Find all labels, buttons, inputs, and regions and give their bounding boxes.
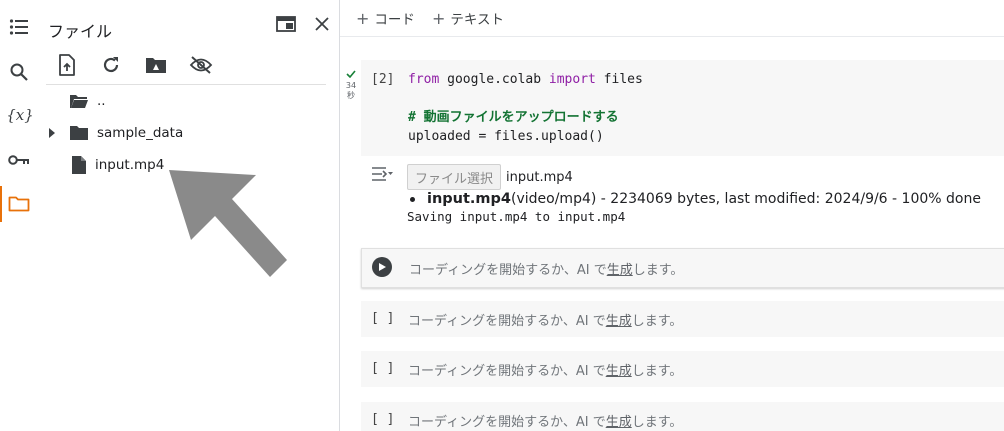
execution-time: 34: [345, 81, 357, 90]
file-icon: [72, 156, 86, 174]
play-icon: [379, 263, 386, 271]
bullet: [410, 196, 415, 202]
upload-icon[interactable]: [54, 52, 80, 78]
folder-open-icon: [70, 95, 88, 108]
file-select-button[interactable]: ファイル選択: [407, 164, 502, 190]
list-icon[interactable]: [7, 15, 31, 39]
cell-code[interactable]: from google.colab import files: [408, 70, 643, 89]
code-keyword: from: [408, 72, 440, 87]
placeholder-text: コーディングを開始するか、AI で: [408, 415, 606, 430]
add-code-label: コード: [374, 12, 415, 28]
folder-icon: [70, 126, 88, 140]
variables-icon[interactable]: {x}: [6, 103, 34, 127]
execution-time-unit: 秒: [347, 91, 355, 100]
variables-glyph: {x}: [6, 106, 34, 124]
code-cell-upload[interactable]: [2] from google.colab import files # 動画フ…: [361, 60, 1004, 156]
empty-cell[interactable]: [ ] コーディングを開始するか、AI で生成します。: [361, 301, 1004, 337]
chevron-right-icon[interactable]: [48, 128, 56, 138]
code-name: files: [595, 72, 643, 87]
notebook-toolbar: + コード + テキスト: [340, 0, 1004, 36]
upload-detail: input.mp4 (video/mp4) - 2234069 bytes, la…: [410, 191, 981, 207]
run-cell-button[interactable]: [372, 257, 392, 277]
empty-cell-focused[interactable]: コーディングを開始するか、AI で生成します。: [361, 248, 1004, 288]
cell-placeholder: コーディングを開始するか、AI で生成します。: [408, 360, 682, 379]
tree-item-label: ..: [97, 93, 106, 109]
folder-icon[interactable]: [7, 192, 31, 216]
upload-file-info: (video/mp4) - 2234069 bytes, last modifi…: [511, 191, 981, 207]
toolbar-divider: [340, 36, 1004, 37]
tree-item-sample-data[interactable]: sample_data: [48, 119, 183, 147]
placeholder-text: します。: [631, 364, 683, 379]
tree-item-label: sample_data: [97, 125, 184, 141]
active-indicator: [0, 186, 2, 222]
plus-icon: +: [432, 8, 446, 28]
refresh-icon[interactable]: [98, 52, 124, 78]
close-icon[interactable]: [310, 12, 334, 36]
cell-placeholder: コーディングを開始するか、AI で生成します。: [408, 411, 682, 430]
new-window-icon[interactable]: [274, 12, 298, 36]
add-text-label: テキスト: [450, 12, 505, 28]
empty-cell[interactable]: [ ] コーディングを開始するか、AI で生成します。: [361, 351, 1004, 387]
cell-prompt: [ ]: [371, 361, 395, 376]
file-picker: ファイル選択 input.mp4: [407, 164, 573, 190]
pointer-arrow-icon: [169, 170, 287, 277]
add-text-button[interactable]: + テキスト: [432, 8, 505, 29]
left-rail: {x}: [0, 0, 36, 431]
hide-icon[interactable]: [188, 52, 214, 78]
cell-prompt: [ ]: [371, 311, 395, 326]
selected-file-name: input.mp4: [506, 169, 573, 185]
code-comment: # 動画ファイルをアップロードする: [408, 110, 619, 125]
add-code-button[interactable]: + コード: [356, 8, 415, 29]
code-module: google.colab: [439, 72, 549, 87]
cell-placeholder: コーディングを開始するか、AI で生成します。: [408, 310, 682, 329]
cell-prompt: [ ]: [371, 412, 395, 427]
output-actions-icon[interactable]: [370, 165, 394, 185]
search-icon[interactable]: [7, 60, 31, 84]
upload-file-name: input.mp4: [427, 191, 512, 207]
placeholder-text: します。: [631, 314, 683, 329]
code-line: uploaded = files.upload(): [408, 129, 604, 144]
generate-link[interactable]: 生成: [606, 314, 632, 329]
placeholder-text: コーディングを開始するか、AI で: [408, 364, 606, 379]
tree-item-label: input.mp4: [95, 157, 165, 173]
cell-prompt: [2]: [371, 72, 395, 87]
generate-link[interactable]: 生成: [607, 263, 633, 278]
tree-item-input-mp4[interactable]: input.mp4: [71, 151, 164, 179]
panel-title: ファイル: [48, 22, 113, 41]
saving-message: Saving input.mp4 to input.mp4: [407, 209, 626, 224]
code-keyword: import: [548, 72, 596, 87]
plus-icon: +: [356, 8, 370, 28]
drive-folder-icon[interactable]: [143, 52, 169, 78]
generate-link[interactable]: 生成: [606, 415, 632, 430]
execution-status: 34 秒: [344, 70, 358, 101]
key-icon[interactable]: [7, 148, 31, 172]
placeholder-text: コーディングを開始するか、AI で: [408, 314, 606, 329]
check-icon: [346, 70, 356, 79]
placeholder-text: します。: [631, 415, 683, 430]
panel-separator: [46, 84, 326, 85]
cell-placeholder: コーディングを開始するか、AI で生成します。: [409, 259, 683, 278]
placeholder-text: します。: [632, 263, 684, 278]
tree-item-parent[interactable]: ..: [69, 87, 106, 115]
empty-cell[interactable]: [ ] コーディングを開始するか、AI で生成します。: [361, 402, 1004, 431]
generate-link[interactable]: 生成: [606, 364, 632, 379]
placeholder-text: コーディングを開始するか、AI で: [409, 263, 607, 278]
